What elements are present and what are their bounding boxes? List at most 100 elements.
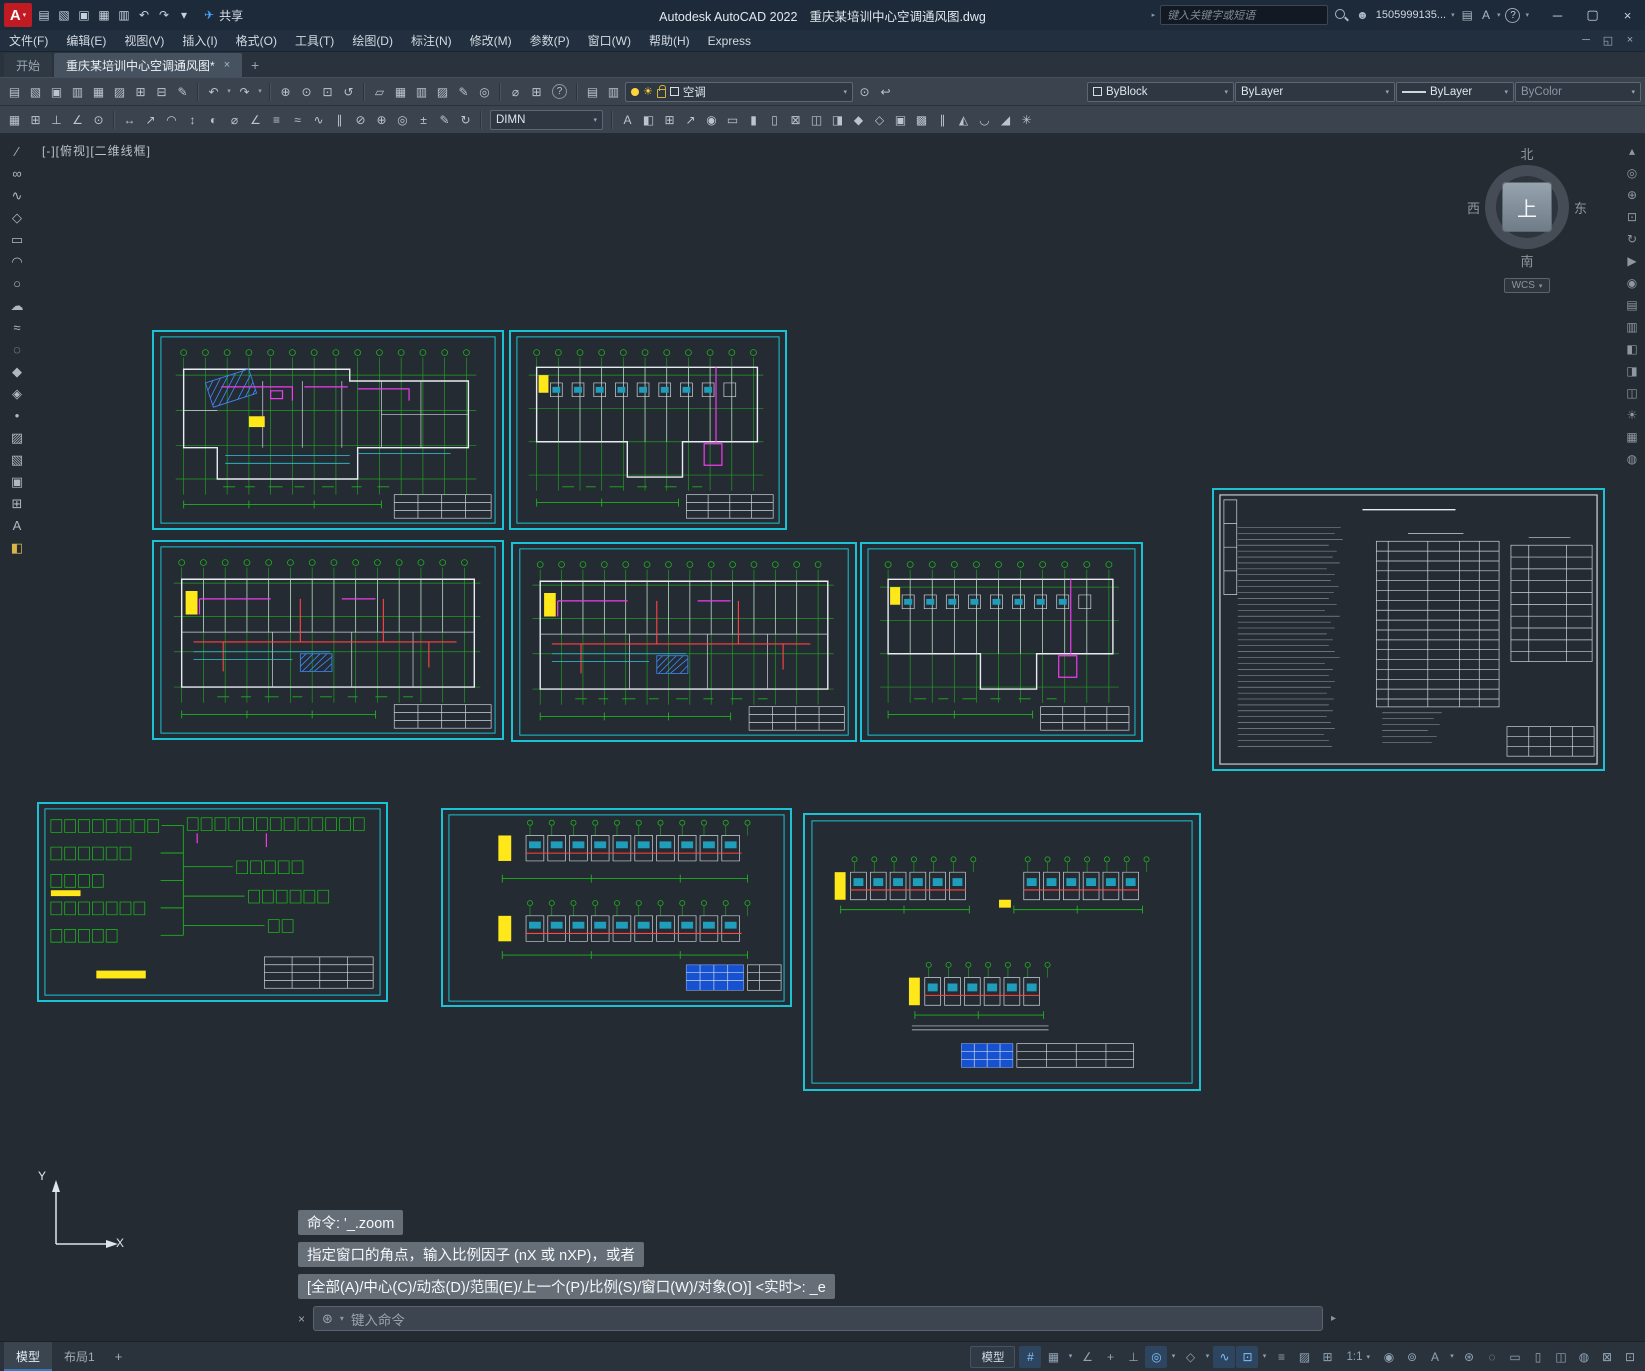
- arc-tool-icon[interactable]: ◠: [5, 252, 29, 272]
- help-icon[interactable]: ?: [1505, 7, 1521, 23]
- annotation-monitor-icon[interactable]: ◌: [1481, 1346, 1503, 1368]
- dim-angular-icon[interactable]: ∠: [245, 110, 266, 130]
- minimize-button[interactable]: ─: [1540, 0, 1575, 30]
- qsave-icon[interactable]: ▣: [46, 82, 67, 102]
- annotation-scale-control[interactable]: 1:1 ▾: [1339, 1351, 1377, 1363]
- zoom-realtime-icon[interactable]: ⊙: [296, 82, 317, 102]
- isolate-objects-icon[interactable]: ◍: [1573, 1346, 1595, 1368]
- offset-icon[interactable]: ∥: [932, 110, 953, 130]
- autodesk-apps-icon[interactable]: A: [1480, 8, 1492, 22]
- annotation-visibility-icon[interactable]: ◉: [1378, 1346, 1400, 1368]
- isometric-drafting-icon[interactable]: ◇: [1179, 1346, 1201, 1368]
- maximize-button[interactable]: ▢: [1575, 0, 1610, 30]
- viewcube-north-label[interactable]: 北: [1452, 144, 1602, 163]
- ortho-mode-icon[interactable]: ⊥: [1122, 1346, 1144, 1368]
- viewport-system-schematic[interactable]: [37, 802, 388, 1002]
- spline-tool-icon[interactable]: ≈: [5, 318, 29, 338]
- viewport-floor-plan-1[interactable]: [152, 330, 504, 530]
- save-icon[interactable]: ▣: [74, 4, 94, 26]
- viewport-floor-plan-2[interactable]: [509, 330, 787, 530]
- insert-block-tool-icon[interactable]: ◆: [5, 362, 29, 382]
- linetype-control-dropdown[interactable]: ByLayer ▾: [1235, 81, 1395, 102]
- plot-icon[interactable]: ▥: [114, 4, 134, 26]
- menu-draw[interactable]: 绘图(D): [343, 30, 402, 52]
- undo-icon[interactable]: ↶: [203, 82, 224, 102]
- layer-previous-icon[interactable]: ↩: [875, 82, 896, 102]
- navbar-customize-icon[interactable]: ▴: [1622, 142, 1642, 161]
- camera-icon[interactable]: ◫: [1622, 384, 1642, 403]
- snap-mode-icon[interactable]: ▦: [1042, 1346, 1064, 1368]
- ellipse-tool-icon[interactable]: ◌: [5, 340, 29, 360]
- properties-palette-icon[interactable]: ▱: [369, 82, 390, 102]
- viewcube-west-label[interactable]: 西: [1467, 198, 1480, 217]
- drawing-limits-icon[interactable]: ▯: [764, 110, 785, 130]
- visual-styles-icon[interactable]: ◧: [1622, 340, 1642, 359]
- wblock-icon[interactable]: ▣: [890, 110, 911, 130]
- layout1-tab[interactable]: 布局1: [52, 1342, 107, 1371]
- anno-dropdown-icon[interactable]: ▾: [1447, 1346, 1457, 1368]
- line-tool-icon[interactable]: ∕: [5, 142, 29, 162]
- dim-diameter-icon[interactable]: ⌀: [224, 110, 245, 130]
- osnap-toggle-icon[interactable]: ⊙: [88, 110, 109, 130]
- design-center-icon[interactable]: ▦: [390, 82, 411, 102]
- selection-cycling-icon[interactable]: ⊞: [1316, 1346, 1338, 1368]
- snap-toggle-icon[interactable]: ▦: [4, 110, 25, 130]
- object-snap-tracking-icon[interactable]: ∿: [1213, 1345, 1236, 1368]
- layer-states-icon[interactable]: ▥: [603, 82, 624, 102]
- polyline-tool-icon[interactable]: ∿: [5, 186, 29, 206]
- dim-quick-icon[interactable]: ≡: [266, 110, 287, 130]
- polar-toggle-icon[interactable]: ∠: [67, 110, 88, 130]
- autoscale-icon[interactable]: ⊚: [1401, 1346, 1423, 1368]
- make-block-tool-icon[interactable]: ◈: [5, 384, 29, 404]
- pan-tool-icon[interactable]: ⊕: [1622, 186, 1642, 205]
- zoom-extents-icon[interactable]: ⊡: [1622, 208, 1642, 227]
- viewport-controls[interactable]: [-][俯视][二维线框]: [42, 142, 151, 159]
- redo-dropdown-icon[interactable]: ▾: [255, 82, 265, 102]
- account-dropdown-icon[interactable]: ▾: [1451, 11, 1455, 19]
- dim-aligned-icon[interactable]: ↗: [140, 110, 161, 130]
- tool-palettes-icon[interactable]: ▥: [411, 82, 432, 102]
- dim-update-icon[interactable]: ↻: [455, 110, 476, 130]
- menu-dimension[interactable]: 标注(N): [402, 30, 461, 52]
- command-customize-icon[interactable]: ⊛: [322, 1311, 333, 1327]
- copy-clip-icon[interactable]: ⊞: [130, 82, 151, 102]
- dim-jog-icon[interactable]: ±: [413, 110, 434, 130]
- infer-constraints-icon[interactable]: ∠: [1076, 1346, 1098, 1368]
- dim-baseline-icon[interactable]: ≈: [287, 110, 308, 130]
- command-close-icon[interactable]: ×: [298, 1312, 305, 1326]
- undo-dropdown-icon[interactable]: ▾: [224, 82, 234, 102]
- help-dropdown-icon[interactable]: ▾: [1525, 11, 1529, 19]
- gradient-tool-icon[interactable]: ▧: [5, 450, 29, 470]
- avatar-icon[interactable]: ☻: [1354, 8, 1371, 22]
- region-tool-icon[interactable]: ▣: [5, 472, 29, 492]
- xref-icon[interactable]: ◨: [827, 110, 848, 130]
- tab-start[interactable]: 开始: [4, 53, 53, 77]
- units-icon[interactable]: ▭: [722, 110, 743, 130]
- menu-edit[interactable]: 编辑(E): [57, 30, 115, 52]
- color-control-dropdown[interactable]: ByBlock ▾: [1087, 81, 1234, 102]
- viewcube-south-label[interactable]: 南: [1452, 251, 1602, 270]
- dim-space-icon[interactable]: ∥: [329, 110, 350, 130]
- menu-view[interactable]: 视图(V): [115, 30, 173, 52]
- model-space-tab[interactable]: 模型: [4, 1342, 53, 1371]
- table-tool-icon[interactable]: ⊞: [5, 494, 29, 514]
- viewcube-settings-icon[interactable]: ◉: [1622, 274, 1642, 293]
- zoom-window-icon[interactable]: ⊡: [317, 82, 338, 102]
- text-style-icon[interactable]: A: [617, 110, 638, 130]
- dim-edit-icon[interactable]: ✎: [434, 110, 455, 130]
- search-input[interactable]: 键入关键字或短语: [1160, 5, 1329, 25]
- pan-realtime-icon[interactable]: ⊕: [275, 82, 296, 102]
- help-icon[interactable]: ?: [552, 84, 567, 99]
- plotstyle-control-dropdown[interactable]: ByColor ▾: [1515, 81, 1641, 102]
- menu-help[interactable]: 帮助(H): [640, 30, 699, 52]
- plot-preview-icon[interactable]: ▦: [88, 82, 109, 102]
- app-store-cart-icon[interactable]: ▤: [1460, 8, 1475, 22]
- render-settings-icon[interactable]: ◍: [1622, 450, 1642, 469]
- hatch-tool-icon[interactable]: ▨: [5, 428, 29, 448]
- mirror-icon[interactable]: ◭: [953, 110, 974, 130]
- explode-icon[interactable]: ✳: [1016, 110, 1037, 130]
- block-editor-icon[interactable]: ◆: [848, 110, 869, 130]
- search-expand-icon[interactable]: ▸: [1152, 11, 1156, 19]
- materials-icon[interactable]: ▦: [1622, 428, 1642, 447]
- new-layout-tab-button[interactable]: +: [107, 1342, 131, 1371]
